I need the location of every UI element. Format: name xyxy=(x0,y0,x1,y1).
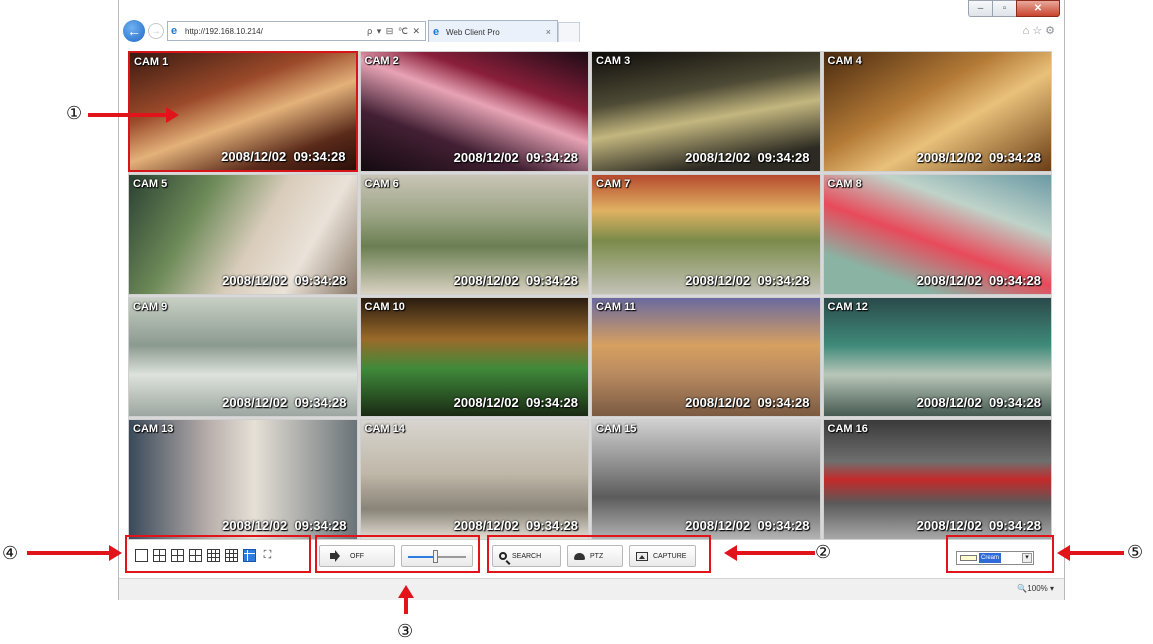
camera-tile[interactable]: CAM 13 2008/12/02 09:34:28 xyxy=(128,419,358,540)
home-favorites-settings-icons[interactable]: ⌂☆⚙ xyxy=(1023,24,1058,37)
camera-tile[interactable]: CAM 2 2008/12/02 09:34:28 xyxy=(359,51,589,172)
camera-title: CAM 8 xyxy=(827,177,862,190)
annotation-number-1: ① xyxy=(66,103,83,124)
camera-title: CAM 10 xyxy=(364,300,405,313)
annotation-arrow-3 xyxy=(404,596,408,614)
minimize-button[interactable]: – xyxy=(968,0,992,17)
camera-timestamp: 2008/12/02 09:34:28 xyxy=(685,395,810,411)
camera-timestamp: 2008/12/02 09:34:28 xyxy=(222,395,347,411)
camera-tile[interactable]: CAM 15 2008/12/02 09:34:28 xyxy=(591,419,821,540)
tab-close-icon[interactable]: × xyxy=(546,27,551,37)
address-tools-icon[interactable]: ρ ▾ ⊟ ℃ ✕ xyxy=(367,26,421,37)
camera-timestamp: 2008/12/02 09:34:28 xyxy=(685,149,810,165)
camera-title: CAM 14 xyxy=(364,423,405,436)
annotation-arrowhead-1 xyxy=(166,107,179,123)
camera-grid: CAM 1 2008/12/02 09:34:28 CAM 2 2008/12/02 … xyxy=(128,51,1052,540)
address-url: http://192.168.10.214/ xyxy=(185,27,263,36)
camera-title: CAM 6 xyxy=(364,177,399,190)
status-bar: 🔍100% ▾ xyxy=(119,578,1064,600)
camera-tile[interactable]: CAM 3 2008/12/02 09:34:28 xyxy=(591,51,821,172)
camera-tile[interactable]: CAM 6 2008/12/02 09:34:28 xyxy=(359,173,589,295)
camera-tile[interactable]: CAM 16 2008/12/02 09:34:28 xyxy=(822,419,1052,540)
camera-tile[interactable]: CAM 7 2008/12/02 09:34:28 xyxy=(591,173,821,295)
camera-timestamp: 2008/12/02 09:34:28 xyxy=(685,518,810,533)
new-tab-button[interactable] xyxy=(558,22,580,42)
camera-title: CAM 4 xyxy=(827,55,862,67)
annotation-box-4 xyxy=(125,535,311,573)
annotation-box-5 xyxy=(946,535,1054,573)
camera-tile[interactable]: CAM 5 2008/12/02 09:34:28 xyxy=(128,173,358,295)
annotation-arrow-2 xyxy=(735,551,815,555)
camera-timestamp: 2008/12/02 09:34:28 xyxy=(453,395,578,411)
camera-timestamp: 2008/12/02 09:34:28 xyxy=(916,149,1041,165)
forward-arrow-icon[interactable]: → xyxy=(148,23,164,39)
camera-timestamp: 2008/12/02 09:34:28 xyxy=(685,272,810,288)
camera-title: CAM 13 xyxy=(133,423,174,436)
camera-title: CAM 1 xyxy=(134,56,169,68)
browser-titlebar: – ▫ ✕ ← → e http://192.168.10.214/ ρ ▾ ⊟… xyxy=(119,0,1064,44)
camera-tile[interactable]: CAM 9 2008/12/02 09:34:28 xyxy=(128,296,358,418)
camera-timestamp: 2008/12/02 09:34:28 xyxy=(916,395,1041,411)
camera-tile[interactable]: CAM 1 2008/12/02 09:34:28 xyxy=(128,51,358,172)
annotation-number-4: ④ xyxy=(2,543,19,564)
camera-tile[interactable]: CAM 4 2008/12/02 09:34:28 xyxy=(822,51,1052,172)
browser-tab[interactable]: e Web Client Pro × xyxy=(428,20,558,42)
annotation-number-3: ③ xyxy=(397,621,414,642)
annotation-number-5: ⑤ xyxy=(1127,542,1144,563)
camera-timestamp: 2008/12/02 09:34:28 xyxy=(916,518,1041,533)
address-bar[interactable]: e http://192.168.10.214/ ρ ▾ ⊟ ℃ ✕ xyxy=(167,21,426,41)
camera-title: CAM 15 xyxy=(596,423,637,436)
maximize-button[interactable]: ▫ xyxy=(992,0,1016,17)
camera-timestamp: 2008/12/02 09:34:28 xyxy=(222,518,347,533)
camera-tile[interactable]: CAM 11 2008/12/02 09:34:28 xyxy=(591,296,821,418)
window-controls: – ▫ ✕ xyxy=(968,0,1060,17)
annotation-arrowhead-4 xyxy=(109,545,122,561)
back-arrow-icon[interactable]: ← xyxy=(123,20,145,42)
annotation-arrow-5 xyxy=(1068,551,1124,555)
annotation-number-2: ② xyxy=(815,542,832,563)
annotation-arrow-1 xyxy=(88,113,168,117)
camera-title: CAM 12 xyxy=(827,300,868,313)
zoom-level[interactable]: 🔍100% ▾ xyxy=(1017,584,1054,593)
camera-title: CAM 11 xyxy=(596,300,636,313)
camera-tile[interactable]: CAM 14 2008/12/02 09:34:28 xyxy=(359,419,589,540)
camera-timestamp: 2008/12/02 09:34:28 xyxy=(453,149,578,165)
tab-title: Web Client Pro xyxy=(446,28,500,37)
browser-window: – ▫ ✕ ← → e http://192.168.10.214/ ρ ▾ ⊟… xyxy=(118,0,1065,600)
camera-title: CAM 2 xyxy=(364,55,399,67)
annotation-box-3 xyxy=(315,535,480,573)
camera-timestamp: 2008/12/02 09:34:28 xyxy=(916,272,1041,288)
camera-title: CAM 9 xyxy=(133,300,168,313)
camera-tile[interactable]: CAM 8 2008/12/02 09:34:28 xyxy=(822,173,1052,295)
ie-icon: e xyxy=(171,25,178,37)
camera-title: CAM 3 xyxy=(596,55,631,67)
camera-timestamp: 2008/12/02 09:34:28 xyxy=(453,272,578,288)
camera-tile[interactable]: CAM 10 2008/12/02 09:34:28 xyxy=(359,296,589,418)
camera-title: CAM 7 xyxy=(596,177,631,190)
camera-tile[interactable]: CAM 12 2008/12/02 09:34:28 xyxy=(822,296,1052,418)
annotation-arrow-4 xyxy=(27,551,111,555)
camera-timestamp: 2008/12/02 09:34:28 xyxy=(221,148,346,164)
annotation-box-2 xyxy=(487,535,711,573)
camera-timestamp: 2008/12/02 09:34:28 xyxy=(222,272,347,288)
camera-title: CAM 5 xyxy=(133,177,168,190)
camera-title: CAM 16 xyxy=(827,423,868,436)
close-button[interactable]: ✕ xyxy=(1016,0,1060,17)
ie-icon: e xyxy=(433,26,440,38)
camera-timestamp: 2008/12/02 09:34:28 xyxy=(453,518,578,533)
